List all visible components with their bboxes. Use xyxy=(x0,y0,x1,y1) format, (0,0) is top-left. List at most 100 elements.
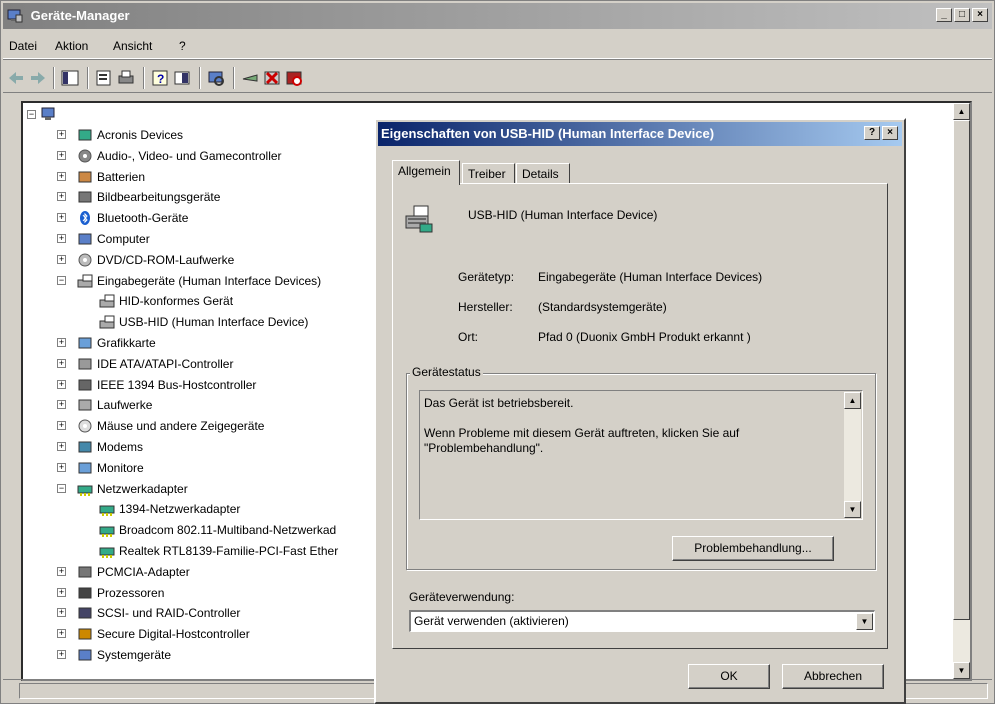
camera-icon xyxy=(78,191,92,203)
cancel-button[interactable]: Abbrechen xyxy=(782,664,884,689)
chip-icon xyxy=(78,129,92,141)
tab-details[interactable]: Details xyxy=(516,163,570,184)
location-label: Ort: xyxy=(458,330,478,344)
hid-icon xyxy=(77,274,93,288)
status-scroll-down[interactable]: ▼ xyxy=(844,501,861,518)
tree-item-label: Grafikkarte xyxy=(97,336,156,350)
device-status-label: Gerätestatus xyxy=(410,365,483,379)
tree-item-label: IEEE 1394 Bus-Hostcontroller xyxy=(97,377,257,392)
title-bar[interactable]: Geräte-Manager _ □ × xyxy=(3,3,992,29)
properties-icon[interactable] xyxy=(95,69,113,87)
back-arrow-icon[interactable] xyxy=(7,69,25,87)
computer-icon xyxy=(78,649,92,661)
tree-scrollbar[interactable]: ▲ ▼ xyxy=(953,103,970,679)
expand-icon[interactable]: + xyxy=(57,587,66,597)
expand-icon[interactable]: + xyxy=(57,192,66,202)
chevron-down-icon[interactable]: ▼ xyxy=(856,613,873,630)
troubleshoot-button[interactable]: Problembehandlung... xyxy=(672,536,834,561)
expand-icon[interactable]: + xyxy=(57,650,66,659)
properties-dialog: Eigenschaften von USB-HID (Human Interfa… xyxy=(374,118,906,704)
bluetooth-icon xyxy=(80,211,90,226)
location-value: Pfad 0 (Duonix GmbH Produkt erkannt ) xyxy=(538,330,751,344)
tree-item-label: Laufwerke xyxy=(97,398,153,413)
help-icon[interactable]: ? xyxy=(151,69,169,87)
cpu-icon xyxy=(78,587,92,599)
collapse-root-icon[interactable]: − xyxy=(27,110,36,119)
device-usage-select[interactable]: Gerät verwenden (aktivieren) ▼ xyxy=(409,610,875,632)
menu-aktion[interactable]: Aktion xyxy=(55,39,88,53)
expand-icon[interactable]: + xyxy=(57,629,66,639)
expand-icon[interactable]: + xyxy=(57,338,66,347)
expand-icon[interactable]: + xyxy=(57,379,66,389)
expand-icon[interactable]: + xyxy=(57,462,66,472)
expand-icon[interactable]: + xyxy=(57,400,66,410)
firewire-icon xyxy=(78,379,92,391)
menu-datei[interactable]: Datei xyxy=(9,39,37,53)
expand-icon[interactable]: + xyxy=(57,150,66,160)
expand-icon[interactable]: + xyxy=(57,171,66,181)
expand-icon[interactable]: + xyxy=(57,254,66,264)
uninstall-icon[interactable] xyxy=(263,69,281,87)
dialog-close-button[interactable]: × xyxy=(882,126,898,140)
expand-icon[interactable]: + xyxy=(57,213,66,223)
update-driver-icon[interactable] xyxy=(241,69,259,87)
device-type-label: Gerätetyp: xyxy=(458,270,515,284)
monitor-icon xyxy=(78,462,92,474)
device-status-text[interactable]: Das Gerät ist betriebsbereit. Wenn Probl… xyxy=(419,390,863,520)
menu-help[interactable]: ? xyxy=(179,39,186,53)
scroll-up-button[interactable]: ▲ xyxy=(953,103,970,120)
tree-item-label: IDE ATA/ATAPI-Controller xyxy=(97,356,234,371)
tab-allgemein[interactable]: Allgemein xyxy=(392,160,460,185)
mouse-icon xyxy=(78,419,92,433)
tree-item-label: Audio-, Video- und Gamecontroller xyxy=(97,148,282,163)
console-tree-icon[interactable] xyxy=(61,69,79,87)
monitor-icon xyxy=(78,337,92,349)
expand-icon[interactable]: + xyxy=(57,608,66,618)
status-scrollbar[interactable]: ▲ ▼ xyxy=(844,392,861,518)
status-scroll-up[interactable]: ▲ xyxy=(844,392,861,409)
computer-icon xyxy=(41,107,55,120)
disable-device-icon[interactable] xyxy=(285,69,303,87)
tree-item-label: DVD/CD-ROM-Laufwerke xyxy=(97,252,235,267)
expand-icon[interactable]: + xyxy=(57,234,66,243)
minimize-button[interactable]: _ xyxy=(936,8,952,22)
scroll-down-button[interactable]: ▼ xyxy=(953,662,970,679)
maximize-button[interactable]: □ xyxy=(954,8,970,22)
scroll-thumb[interactable] xyxy=(953,120,970,620)
dialog-help-button[interactable]: ? xyxy=(864,126,880,140)
toolbar: ? xyxy=(3,63,992,93)
print-icon[interactable] xyxy=(117,69,135,87)
close-button[interactable]: × xyxy=(972,8,988,22)
manufacturer-label: Hersteller: xyxy=(458,300,513,314)
ok-button[interactable]: OK xyxy=(688,664,770,689)
scan-hardware-icon[interactable] xyxy=(207,69,225,87)
expand-icon[interactable]: + xyxy=(57,566,66,576)
manufacturer-value: (Standardsystemgeräte) xyxy=(538,300,667,314)
disk-icon xyxy=(78,399,92,411)
tree-item-label: Eingabegeräte (Human Interface Devices) xyxy=(97,273,322,288)
tree-item-label: Acronis Devices xyxy=(97,128,184,142)
expand-icon[interactable]: + xyxy=(57,442,66,451)
tree-item-label: Prozessoren xyxy=(97,585,165,600)
tree-item-label: Systemgeräte xyxy=(97,648,172,662)
dialog-title-bar[interactable]: Eigenschaften von USB-HID (Human Interfa… xyxy=(378,122,902,146)
tab-treiber[interactable]: Treiber xyxy=(462,163,515,184)
collapse-icon[interactable]: − xyxy=(57,275,66,285)
tree-item-label: Monitore xyxy=(97,460,144,475)
svg-text:?: ? xyxy=(157,72,164,86)
computer-icon xyxy=(78,233,92,245)
network-card-icon xyxy=(99,547,115,558)
hid-icon xyxy=(99,294,115,308)
menu-ansicht[interactable]: Ansicht xyxy=(113,39,152,53)
tree-item-label: SCSI- und RAID-Controller xyxy=(97,606,241,621)
expand-icon[interactable]: + xyxy=(57,130,66,139)
tree-item-label: Batterien xyxy=(97,169,146,184)
expand-icon[interactable]: + xyxy=(57,358,66,368)
view-icon[interactable] xyxy=(173,69,191,87)
expand-icon[interactable]: + xyxy=(57,421,66,431)
tree-item-label: Bildbearbeitungsgeräte xyxy=(97,190,221,205)
network-card-icon xyxy=(99,505,115,517)
forward-arrow-icon[interactable] xyxy=(29,69,47,87)
drive-icon xyxy=(78,358,92,370)
collapse-icon[interactable]: − xyxy=(57,483,66,493)
